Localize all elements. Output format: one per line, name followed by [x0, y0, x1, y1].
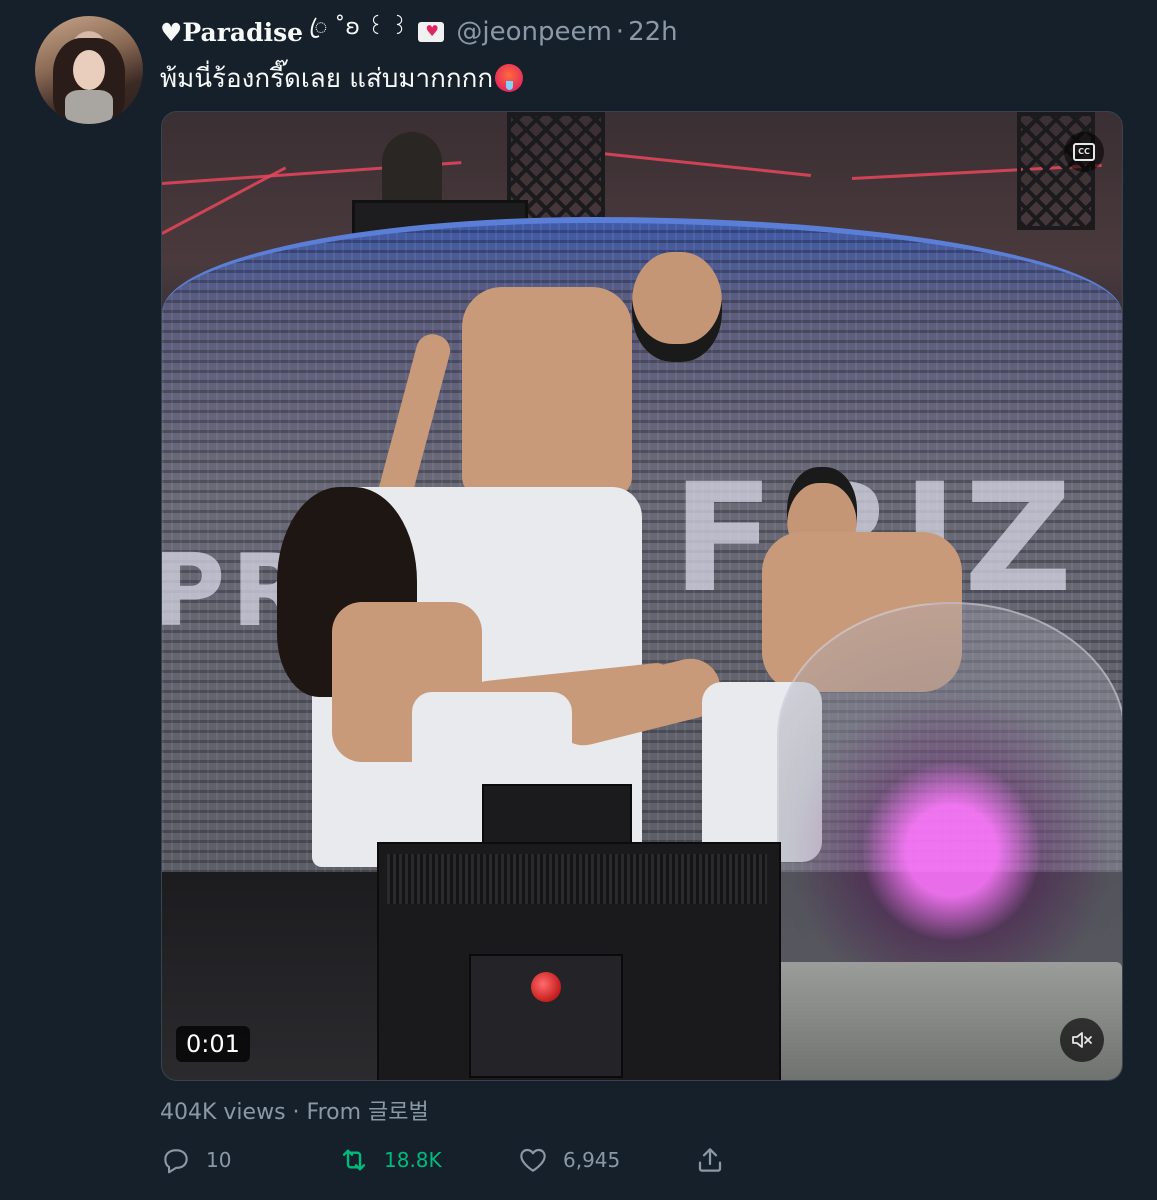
share-icon: [698, 1148, 722, 1172]
tweet-header: ♥Paradise ꦿ ˚ʚ ꒰ ꒱ @jeonpeem · 22h: [160, 14, 678, 50]
retweet-icon: [342, 1149, 366, 1171]
captions-button[interactable]: CC: [1064, 132, 1104, 172]
video-source[interactable]: From 글로벌: [307, 1100, 429, 1125]
retweet-button[interactable]: 18.8K: [338, 1140, 442, 1180]
tweet-text-body: พ้มนี่ร้องกรี๊ดเลย แส่บมากกกก: [160, 64, 494, 94]
user-handle[interactable]: @jeonpeem: [456, 17, 611, 47]
tweet-text: พ้มนี่ร้องกรี๊ดเลย แส่บมากกกก: [160, 58, 524, 99]
reply-icon: [164, 1149, 188, 1174]
share-button[interactable]: [694, 1140, 726, 1180]
reply-count: 10: [206, 1148, 232, 1172]
view-count: 404K views: [160, 1100, 286, 1125]
like-button[interactable]: 6,945: [517, 1140, 620, 1180]
closed-captions-icon: CC: [1073, 143, 1095, 161]
heart-symbol-icon: ♥: [160, 17, 183, 47]
separator-dot: ·: [615, 17, 625, 47]
bubble-dome-light: [777, 602, 1122, 986]
red-button-icon: [531, 972, 561, 1002]
display-name[interactable]: ♥Paradise: [160, 18, 303, 47]
avatar[interactable]: [35, 16, 143, 124]
speaker-grille: [387, 854, 767, 904]
view-count-line: 404K views · From 글로벌: [160, 1094, 429, 1126]
retweet-count: 18.8K: [384, 1148, 442, 1172]
mute-button[interactable]: [1060, 1018, 1104, 1062]
hot-face-emoji-icon: [495, 64, 524, 92]
views-separator: ·: [285, 1100, 307, 1125]
dancer-center-head: [632, 252, 722, 362]
speaker-muted-icon: [1072, 1032, 1092, 1048]
avatar-scarf: [65, 90, 113, 124]
like-count: 6,945: [563, 1148, 621, 1172]
video-player[interactable]: PRIZ FRIZ CC 0:01: [161, 111, 1123, 1081]
love-letter-icon: [418, 22, 445, 42]
name-decoration: ꦿ ˚ʚ ꒰ ꒱: [309, 14, 409, 40]
heart-icon: [520, 1148, 546, 1172]
stage-speaker: [377, 842, 781, 1080]
action-bar: 10 18.8K 6,945: [160, 1140, 760, 1180]
reply-button[interactable]: 10: [160, 1140, 231, 1180]
display-name-text: Paradise: [182, 17, 304, 47]
timestamp[interactable]: 22h: [628, 17, 678, 47]
dancer-center-torso: [462, 287, 632, 497]
speaker-panel: [469, 954, 623, 1078]
video-timestamp: 0:01: [176, 1026, 250, 1062]
avatar-face: [73, 50, 105, 90]
